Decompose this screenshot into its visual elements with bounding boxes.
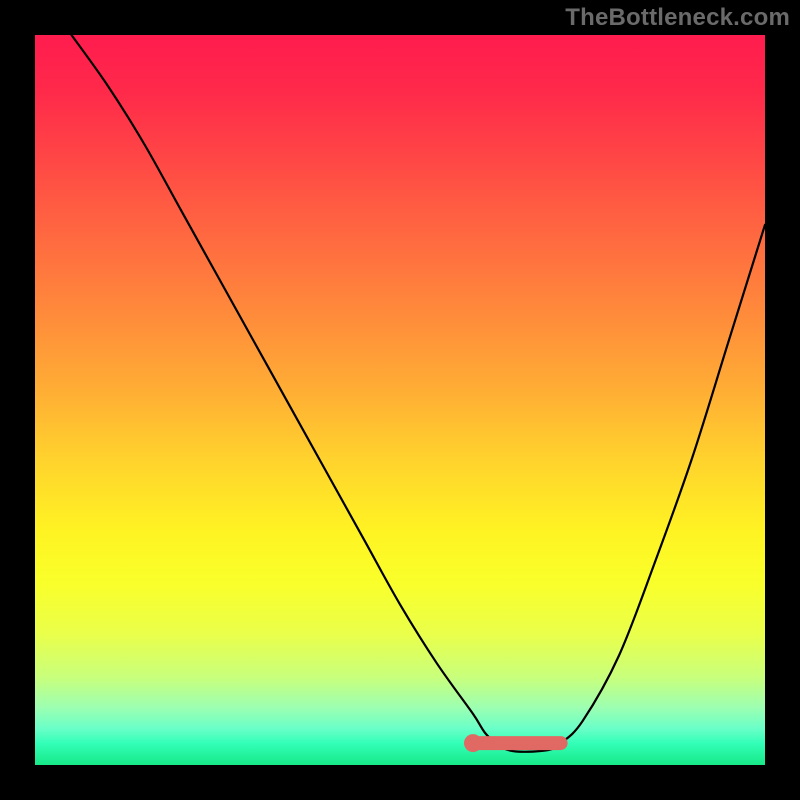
optimal-range-start-dot	[464, 734, 482, 752]
bottleneck-curve	[72, 35, 766, 752]
chart-svg	[35, 35, 765, 765]
chart-frame: TheBottleneck.com	[0, 0, 800, 800]
plot-area	[35, 35, 765, 765]
watermark-text: TheBottleneck.com	[565, 4, 790, 32]
